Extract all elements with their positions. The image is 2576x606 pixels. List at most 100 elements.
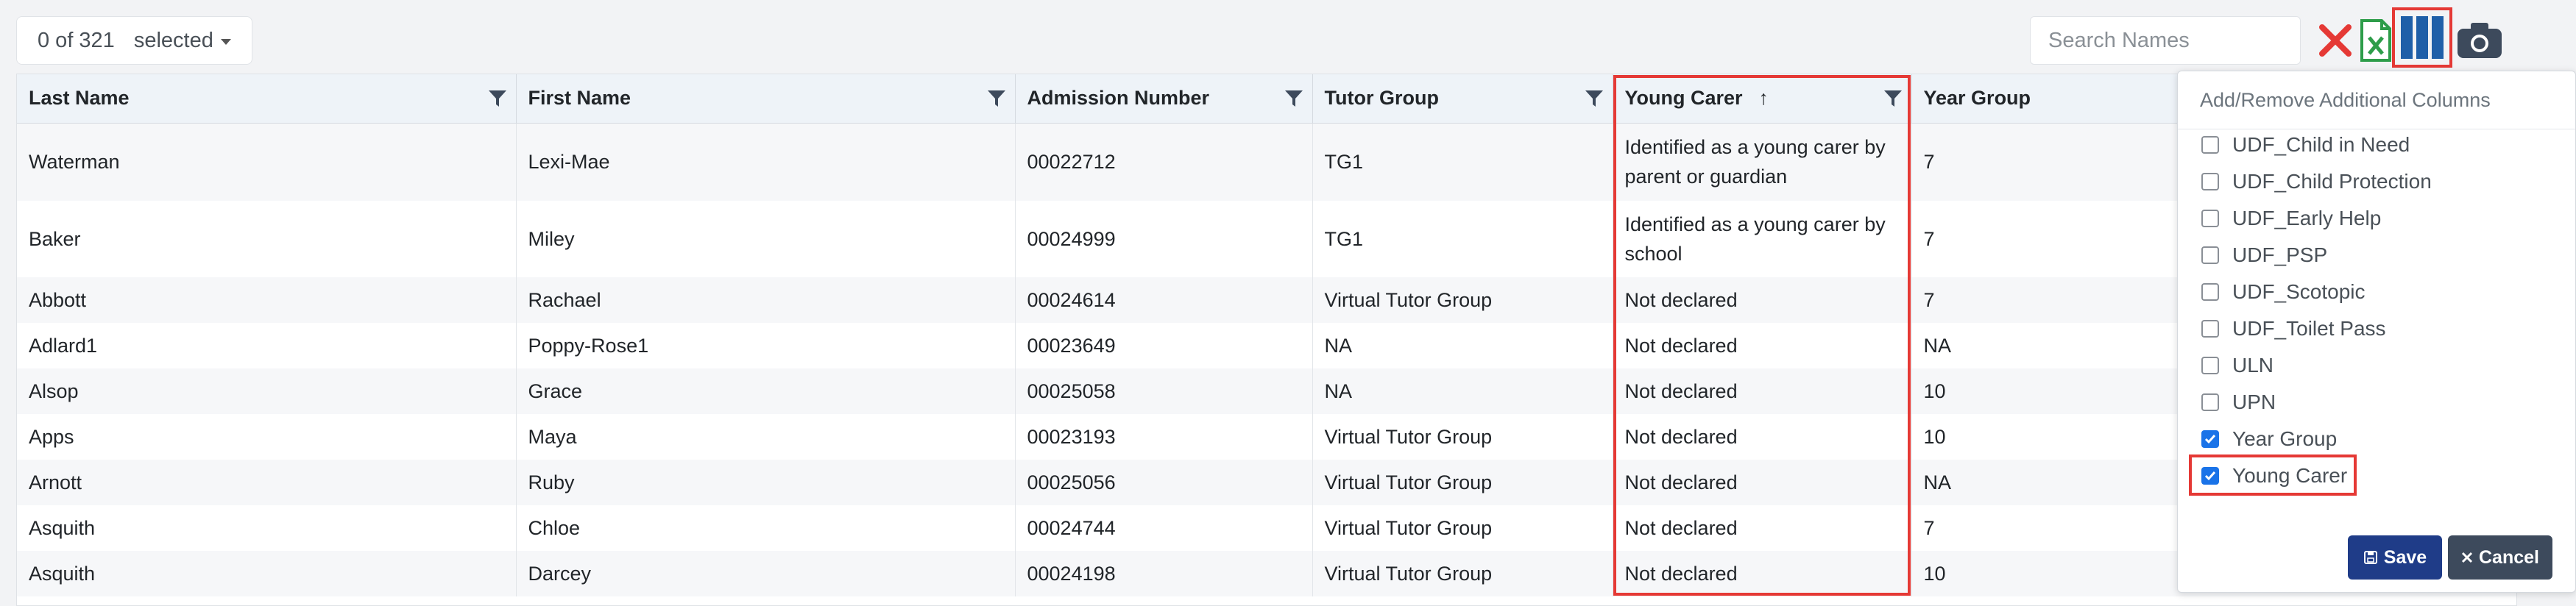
cell-admission-number: 00024614 bbox=[1015, 277, 1313, 323]
cell-admission-number: 00025056 bbox=[1015, 460, 1313, 505]
filter-funnel-icon[interactable] bbox=[987, 89, 1006, 108]
column-option[interactable]: ULN bbox=[2201, 351, 2274, 380]
checkbox[interactable] bbox=[2201, 357, 2219, 374]
cancel-button[interactable]: Cancel bbox=[2448, 535, 2552, 580]
add-remove-columns-panel: Add/Remove Additional Columns UDF_Child … bbox=[2177, 71, 2576, 593]
filter-funnel-icon[interactable] bbox=[1284, 89, 1303, 108]
cell-young-carer: Identified as a young carer by school bbox=[1613, 201, 1912, 277]
excel-export-icon bbox=[2360, 19, 2391, 62]
cell-young-carer: Not declared bbox=[1613, 551, 1912, 596]
column-header-tutor-group[interactable]: Tutor Group bbox=[1312, 74, 1613, 124]
cell-tutor-group: Virtual Tutor Group bbox=[1312, 277, 1613, 323]
checkbox-checked[interactable] bbox=[2201, 467, 2219, 485]
table-row[interactable]: Baker Miley 00024999 TG1 Identified as a… bbox=[17, 201, 2516, 277]
checkbox[interactable] bbox=[2201, 320, 2219, 338]
column-header-first-name[interactable]: First Name bbox=[516, 74, 1016, 124]
filter-funnel-icon[interactable] bbox=[1883, 89, 1903, 108]
save-button[interactable]: Save bbox=[2348, 535, 2442, 580]
cell-admission-number: 00025058 bbox=[1015, 368, 1313, 414]
sort-up-arrow-icon: ↑ bbox=[1758, 87, 1769, 110]
clear-filter-button[interactable] bbox=[2311, 13, 2360, 68]
cell-young-carer: Not declared bbox=[1613, 368, 1912, 414]
column-option[interactable]: UPN bbox=[2201, 388, 2276, 417]
cell-admission-number: 00022712 bbox=[1015, 123, 1313, 201]
cell-admission-number: 00024999 bbox=[1015, 201, 1313, 277]
table-row[interactable]: Abbott Rachael 00024614 Virtual Tutor Gr… bbox=[17, 277, 2516, 323]
cell-young-carer: Not declared bbox=[1613, 414, 1912, 460]
check-icon bbox=[2204, 435, 2216, 444]
cell-last-name: Asquith bbox=[17, 505, 517, 551]
checkbox[interactable] bbox=[2201, 136, 2219, 154]
cell-last-name: Abbott bbox=[17, 277, 517, 323]
cell-last-name: Arnott bbox=[17, 460, 517, 505]
cell-last-name: Baker bbox=[17, 201, 517, 277]
cell-admission-number: 00024198 bbox=[1015, 551, 1313, 596]
column-option[interactable]: UDF_Early Help bbox=[2201, 204, 2381, 233]
screenshot-button[interactable] bbox=[2454, 13, 2505, 68]
column-option[interactable]: UDF_Child in Need bbox=[2201, 130, 2410, 160]
cell-young-carer: Not declared bbox=[1613, 460, 1912, 505]
selection-dropdown-button[interactable]: 0 of 321 selected bbox=[16, 16, 252, 65]
checkbox[interactable] bbox=[2201, 210, 2219, 227]
cell-young-carer: Identified as a young carer by parent or … bbox=[1613, 123, 1912, 201]
selected-label: selected bbox=[133, 28, 213, 52]
filter-funnel-icon[interactable] bbox=[488, 89, 507, 108]
column-header-young-carer[interactable]: Young Carer ↑ bbox=[1613, 74, 1912, 124]
table-row[interactable]: Waterman Lexi-Mae 00022712 TG1 Identifie… bbox=[17, 123, 2516, 201]
selected-count: 0 of 321 bbox=[38, 28, 115, 52]
excel-export-button[interactable] bbox=[2355, 13, 2396, 68]
checkbox[interactable] bbox=[2201, 246, 2219, 264]
table-row[interactable]: Asquith Chloe 00024744 Virtual Tutor Gro… bbox=[17, 505, 2516, 551]
table-header-row: Last Name First Name Admission Number Tu… bbox=[17, 74, 2516, 124]
checkbox[interactable] bbox=[2201, 173, 2219, 190]
cell-last-name: Adlard1 bbox=[17, 323, 517, 368]
column-option[interactable]: Young Carer bbox=[2201, 461, 2347, 491]
cell-first-name: Chloe bbox=[516, 505, 1016, 551]
check-icon bbox=[2204, 471, 2216, 481]
cell-tutor-group: TG1 bbox=[1312, 123, 1613, 201]
filter-funnel-icon[interactable] bbox=[1585, 89, 1604, 108]
table-row[interactable]: Adlard1 Poppy-Rose1 00023649 NA Not decl… bbox=[17, 323, 2516, 368]
cell-young-carer: Not declared bbox=[1613, 277, 1912, 323]
checkbox-checked[interactable] bbox=[2201, 430, 2219, 448]
column-header-last-name[interactable]: Last Name bbox=[17, 74, 517, 124]
column-header-admission-number[interactable]: Admission Number bbox=[1015, 74, 1313, 124]
caret-down-icon bbox=[220, 39, 231, 45]
cell-first-name: Miley bbox=[516, 201, 1016, 277]
cell-first-name: Ruby bbox=[516, 460, 1016, 505]
search-names-input[interactable] bbox=[2030, 16, 2301, 65]
column-option[interactable]: UDF_Scotopic bbox=[2201, 277, 2366, 307]
column-option[interactable]: Year Group bbox=[2201, 424, 2337, 454]
table-row[interactable]: Arnott Ruby 00025056 Virtual Tutor Group… bbox=[17, 460, 2516, 505]
cell-tutor-group: Virtual Tutor Group bbox=[1312, 505, 1613, 551]
cell-admission-number: 00023193 bbox=[1015, 414, 1313, 460]
table-row[interactable]: Asquith Darcey 00024198 Virtual Tutor Gr… bbox=[17, 551, 2516, 596]
cell-last-name: Apps bbox=[17, 414, 517, 460]
cell-tutor-group: Virtual Tutor Group bbox=[1312, 551, 1613, 596]
cell-tutor-group: Virtual Tutor Group bbox=[1312, 414, 1613, 460]
cell-tutor-group: NA bbox=[1312, 323, 1613, 368]
cell-last-name: Alsop bbox=[17, 368, 517, 414]
cell-tutor-group: NA bbox=[1312, 368, 1613, 414]
cell-admission-number: 00024744 bbox=[1015, 505, 1313, 551]
table-row[interactable]: Apps Maya 00023193 Virtual Tutor Group N… bbox=[17, 414, 2516, 460]
clear-filter-icon bbox=[2319, 24, 2352, 57]
column-option[interactable]: UDF_Toilet Pass bbox=[2201, 314, 2386, 343]
cell-young-carer: Not declared bbox=[1613, 505, 1912, 551]
cell-first-name: Grace bbox=[516, 368, 1016, 414]
panel-title: Add/Remove Additional Columns bbox=[2178, 71, 2575, 129]
cell-last-name: Asquith bbox=[17, 551, 517, 596]
checkbox[interactable] bbox=[2201, 283, 2219, 301]
cell-first-name: Rachael bbox=[516, 277, 1016, 323]
cell-first-name: Poppy-Rose1 bbox=[516, 323, 1016, 368]
column-option[interactable]: UDF_Child Protection bbox=[2201, 167, 2432, 196]
table-row[interactable]: Alsop Grace 00025058 NA Not declared 10 bbox=[17, 368, 2516, 414]
cell-young-carer: Not declared bbox=[1613, 323, 1912, 368]
columns-icon bbox=[2401, 16, 2444, 59]
columns-button[interactable] bbox=[2395, 10, 2449, 65]
column-option[interactable]: UDF_PSP bbox=[2201, 240, 2327, 270]
save-disk-icon bbox=[2363, 551, 2377, 564]
camera-icon bbox=[2458, 23, 2502, 58]
checkbox[interactable] bbox=[2201, 393, 2219, 411]
cell-first-name: Lexi-Mae bbox=[516, 123, 1016, 201]
